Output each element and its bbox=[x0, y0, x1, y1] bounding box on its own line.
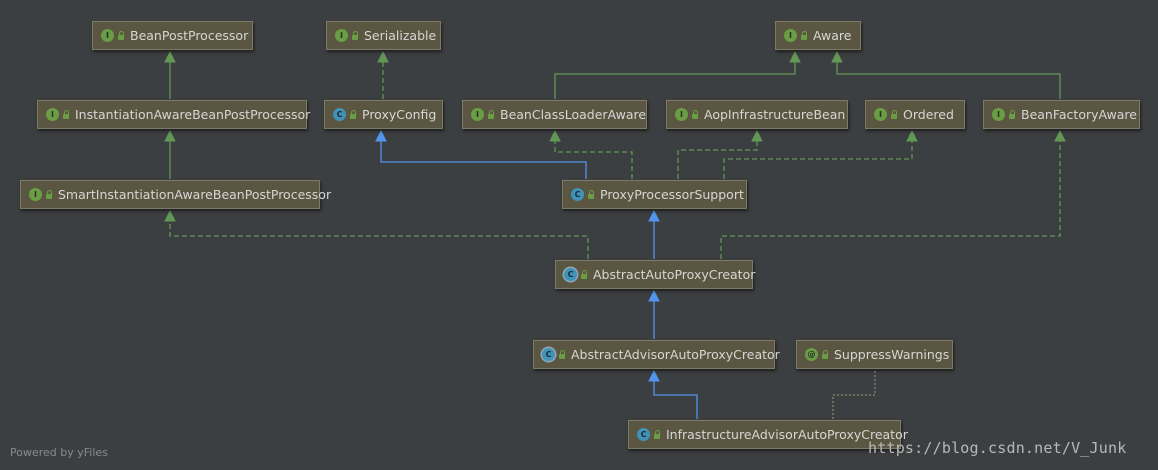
public-visibility-icon bbox=[1009, 110, 1015, 119]
class-node-ordered[interactable]: I Ordered bbox=[865, 100, 965, 129]
arrowhead bbox=[1054, 129, 1066, 142]
public-visibility-icon bbox=[118, 31, 124, 40]
edge-extends-interface bbox=[554, 52, 796, 99]
class-node-aware[interactable]: I Aware bbox=[775, 21, 861, 50]
class-node-label: Aware bbox=[813, 28, 852, 43]
edge-extends-interface bbox=[836, 52, 1061, 99]
class-node-proxy-config[interactable]: C ProxyConfig bbox=[324, 100, 443, 129]
arrowhead bbox=[906, 129, 918, 142]
class-node-label: AbstractAdvisorAutoProxyCreator bbox=[571, 347, 780, 362]
edge-implements bbox=[677, 131, 758, 179]
class-node-infrastructure-advisor-auto-proxy-creator[interactable]: C InfrastructureAdvisorAutoProxyCreator bbox=[628, 420, 908, 449]
arrowhead bbox=[831, 50, 843, 63]
public-visibility-icon bbox=[801, 31, 807, 40]
interface-icon: I bbox=[874, 108, 887, 121]
class-icon: C bbox=[571, 188, 584, 201]
public-visibility-icon bbox=[559, 350, 565, 359]
class-node-bean-post-processor[interactable]: I BeanPostProcessor bbox=[92, 21, 253, 50]
class-node-label: AbstractAutoProxyCreator bbox=[593, 267, 756, 282]
edge-implements bbox=[720, 131, 1061, 259]
interface-icon: I bbox=[992, 108, 1005, 121]
interface-icon: I bbox=[46, 108, 59, 121]
public-visibility-icon bbox=[350, 110, 356, 119]
public-visibility-icon bbox=[46, 190, 52, 199]
public-visibility-icon bbox=[654, 430, 660, 439]
edge-implements bbox=[554, 131, 633, 179]
class-node-label: Ordered bbox=[903, 107, 954, 122]
class-node-proxy-processor-support[interactable]: C ProxyProcessorSupport bbox=[562, 180, 747, 209]
public-visibility-icon bbox=[822, 350, 828, 359]
arrowhead bbox=[375, 129, 387, 142]
arrowhead bbox=[164, 209, 176, 222]
interface-icon: I bbox=[101, 29, 114, 42]
arrowhead bbox=[648, 289, 660, 302]
arrowhead bbox=[751, 129, 763, 142]
class-node-aop-infrastructure-bean[interactable]: I AopInfrastructureBean bbox=[666, 100, 848, 129]
arrowhead bbox=[164, 50, 176, 63]
edge-extends-class bbox=[653, 371, 698, 419]
blog-url-watermark: https://blog.csdn.net/V_Junk bbox=[868, 439, 1127, 457]
class-node-bean-class-loader-aware[interactable]: I BeanClassLoaderAware bbox=[462, 100, 647, 129]
arrowhead bbox=[377, 50, 389, 63]
interface-icon: I bbox=[784, 29, 797, 42]
class-node-smart-instantiation-aware-bean-post-processor[interactable]: I SmartInstantiationAwareBeanPostProcesso… bbox=[20, 180, 331, 209]
class-node-label: ProxyProcessorSupport bbox=[600, 187, 744, 202]
interface-icon: I bbox=[675, 108, 688, 121]
arrowhead bbox=[164, 129, 176, 142]
public-visibility-icon bbox=[692, 110, 698, 119]
public-visibility-icon bbox=[352, 31, 358, 40]
inheritance-edges bbox=[164, 50, 1066, 419]
public-visibility-icon bbox=[891, 110, 897, 119]
class-node-abstract-auto-proxy-creator[interactable]: C AbstractAutoProxyCreator bbox=[555, 260, 756, 289]
class-node-instantiation-aware-bean-post-processor[interactable]: I InstantiationAwareBeanPostProcessor bbox=[37, 100, 311, 129]
class-node-label: BeanPostProcessor bbox=[130, 28, 249, 43]
abstract-class-icon: C bbox=[542, 348, 555, 361]
class-node-serializable[interactable]: I Serializable bbox=[326, 21, 441, 50]
arrowhead bbox=[648, 209, 660, 222]
class-node-abstract-advisor-auto-proxy-creator[interactable]: C AbstractAdvisorAutoProxyCreator bbox=[533, 340, 780, 369]
class-node-suppress-warnings[interactable]: @ SuppressWarnings bbox=[796, 340, 953, 369]
interface-icon: I bbox=[29, 188, 42, 201]
edge-implements bbox=[723, 131, 913, 179]
class-node-label: BeanClassLoaderAware bbox=[500, 107, 647, 122]
public-visibility-icon bbox=[488, 110, 494, 119]
public-visibility-icon bbox=[581, 270, 587, 279]
interface-icon: I bbox=[335, 29, 348, 42]
abstract-class-icon: C bbox=[564, 268, 577, 281]
annotation-icon: @ bbox=[805, 348, 818, 361]
arrowhead bbox=[789, 50, 801, 63]
interface-icon: I bbox=[471, 108, 484, 121]
arrowhead bbox=[549, 129, 561, 142]
class-node-label: Serializable bbox=[364, 28, 437, 43]
public-visibility-icon bbox=[63, 110, 69, 119]
class-icon: C bbox=[637, 428, 650, 441]
class-node-label: InstantiationAwareBeanPostProcessor bbox=[75, 107, 311, 122]
class-node-label: BeanFactoryAware bbox=[1021, 107, 1137, 122]
edge-implements bbox=[169, 211, 589, 259]
public-visibility-icon bbox=[588, 190, 594, 199]
class-icon: C bbox=[333, 108, 346, 121]
arrowhead bbox=[648, 369, 660, 382]
class-node-label: ProxyConfig bbox=[362, 107, 437, 122]
class-node-label: SmartInstantiationAwareBeanPostProcessor bbox=[58, 187, 332, 202]
class-node-label: AopInfrastructureBean bbox=[704, 107, 846, 122]
class-node-label: SuppressWarnings bbox=[834, 347, 950, 362]
class-node-bean-factory-aware[interactable]: I BeanFactoryAware bbox=[983, 100, 1140, 129]
edge-annotated-by bbox=[832, 371, 876, 419]
powered-by-watermark: Powered by yFiles bbox=[10, 446, 108, 459]
